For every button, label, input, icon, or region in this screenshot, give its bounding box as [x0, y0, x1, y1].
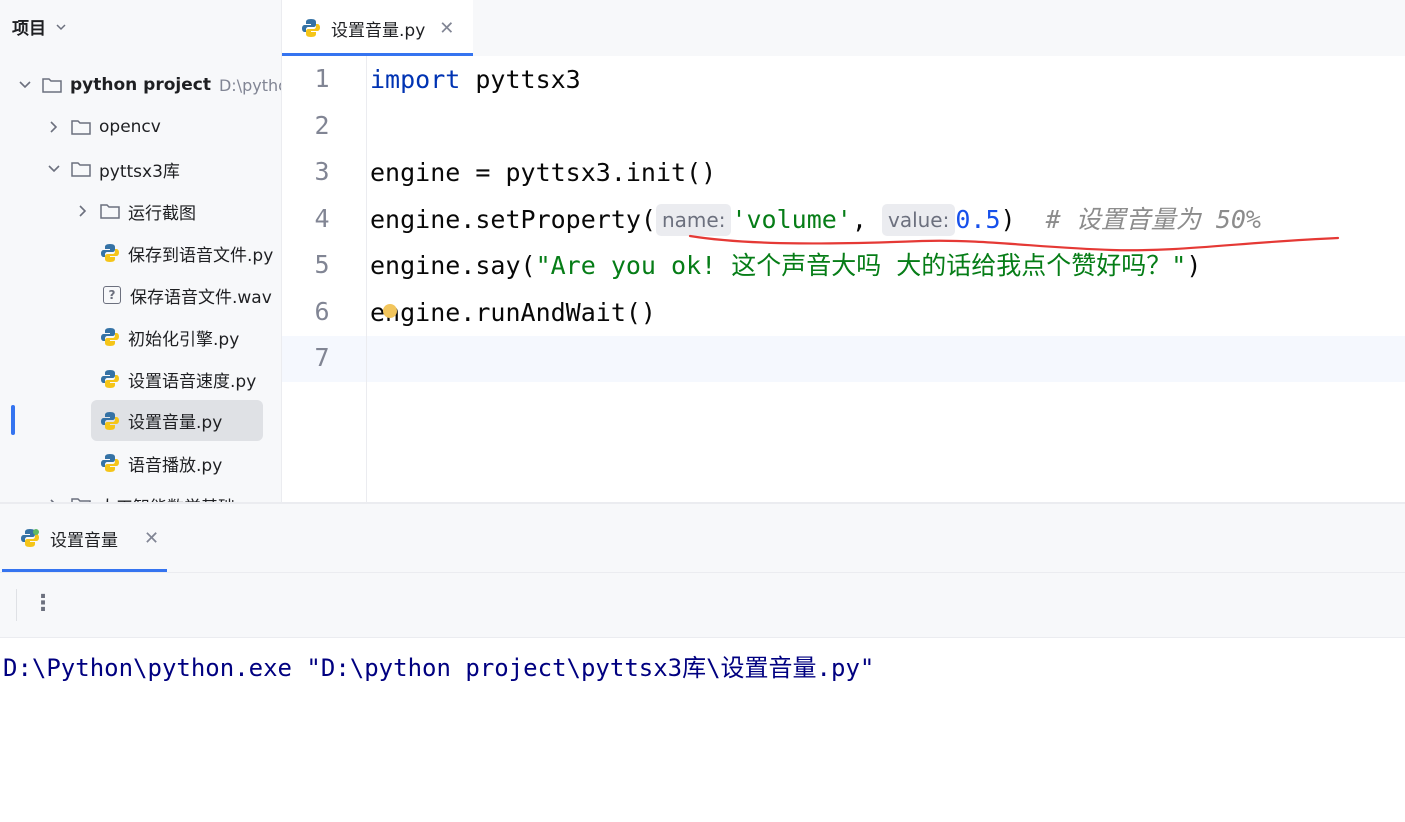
tree-item-file[interactable]: 初始化引擎.py	[100, 319, 239, 355]
chevron-down-icon	[19, 81, 31, 89]
more-options-icon[interactable]: ⋮	[32, 591, 54, 616]
project-view-selector[interactable]: 项目	[12, 14, 68, 39]
python-file-icon	[101, 244, 119, 262]
tree-item-folder-partial[interactable]: 人工智能数学基础	[47, 487, 235, 502]
tree-item-label: 设置音量.py	[128, 413, 223, 433]
python-file-icon	[101, 454, 119, 472]
tree-item-screenshots[interactable]: 运行截图	[76, 193, 196, 229]
tree-item-file[interactable]: ? 保存语音文件.wav	[103, 277, 272, 313]
python-file-icon	[302, 19, 320, 37]
tree-item-label: 语音播放.py	[128, 455, 223, 476]
close-icon[interactable]: ✕	[439, 18, 454, 39]
run-tab-active[interactable]: 设置音量 ✕	[0, 504, 166, 572]
editor-tab-bar: 设置音量.py ✕	[282, 0, 1405, 56]
tree-item-file[interactable]: 设置语音速度.py	[100, 361, 256, 397]
tree-item-file[interactable]: 语音播放.py	[100, 445, 222, 481]
chevron-down-icon	[56, 23, 66, 30]
tree-root-path: D:\python	[218, 75, 281, 95]
folder-icon	[42, 78, 62, 93]
tree-item-label: 运行截图	[128, 203, 196, 224]
console-output[interactable]: D:\Python\python.exe "D:\python project\…	[0, 638, 1405, 822]
run-tab-bar: 设置音量 ✕	[0, 504, 1405, 573]
project-sidebar: 项目 python project D:\python opencv pytts…	[0, 0, 282, 502]
tree-item-label: 设置语音速度.py	[128, 371, 257, 392]
console-line: D:\Python\python.exe "D:\python project\…	[3, 654, 875, 682]
project-header-label: 项目	[12, 19, 46, 39]
close-icon[interactable]: ✕	[144, 528, 159, 549]
tree-item-file-selected[interactable]: 设置音量.py	[91, 400, 263, 441]
tree-item-file[interactable]: 保存到语音文件.py	[100, 235, 273, 271]
tree-item-pyttsx3[interactable]: pyttsx3库	[47, 151, 180, 187]
tree-item-label: 人工智能数学基础	[99, 493, 235, 503]
unknown-file-icon: ?	[103, 286, 121, 304]
tree-item-label: pyttsx3库	[99, 161, 180, 182]
tree-item-label: 保存语音文件.wav	[130, 287, 272, 308]
tree-root-name: python project	[70, 75, 211, 95]
tree-item-root[interactable]: python project D:\python	[18, 67, 281, 103]
python-file-icon	[101, 328, 119, 346]
editor-tab-active[interactable]: 设置音量.py ✕	[282, 0, 473, 56]
tree-item-label: 保存到语音文件.py	[128, 245, 274, 266]
folder-icon	[71, 162, 91, 177]
python-file-icon	[101, 411, 119, 430]
active-tab-indicator	[2, 569, 167, 572]
toolbar-separator	[16, 589, 17, 621]
folder-icon	[100, 204, 120, 219]
run-toolbar: ⋮	[0, 573, 1405, 638]
python-file-icon	[101, 370, 119, 388]
editor-tab-label: 设置音量.py	[331, 20, 426, 41]
chevron-down-icon	[48, 165, 60, 173]
chevron-right-icon	[50, 121, 58, 133]
red-underline-annotation	[688, 234, 1340, 252]
tree-item-opencv[interactable]: opencv	[47, 109, 161, 145]
run-tab-label: 设置音量	[50, 530, 118, 551]
code-editor[interactable]: 1 2 3 4 5 6 7 import pyttsx3 engine = py…	[282, 56, 1405, 502]
python-run-icon	[21, 529, 39, 547]
chevron-right-icon	[79, 205, 87, 217]
folder-icon	[71, 120, 91, 135]
tree-item-label: 初始化引擎.py	[128, 329, 240, 350]
selection-marker	[11, 405, 15, 435]
tree-item-label: opencv	[99, 117, 161, 137]
